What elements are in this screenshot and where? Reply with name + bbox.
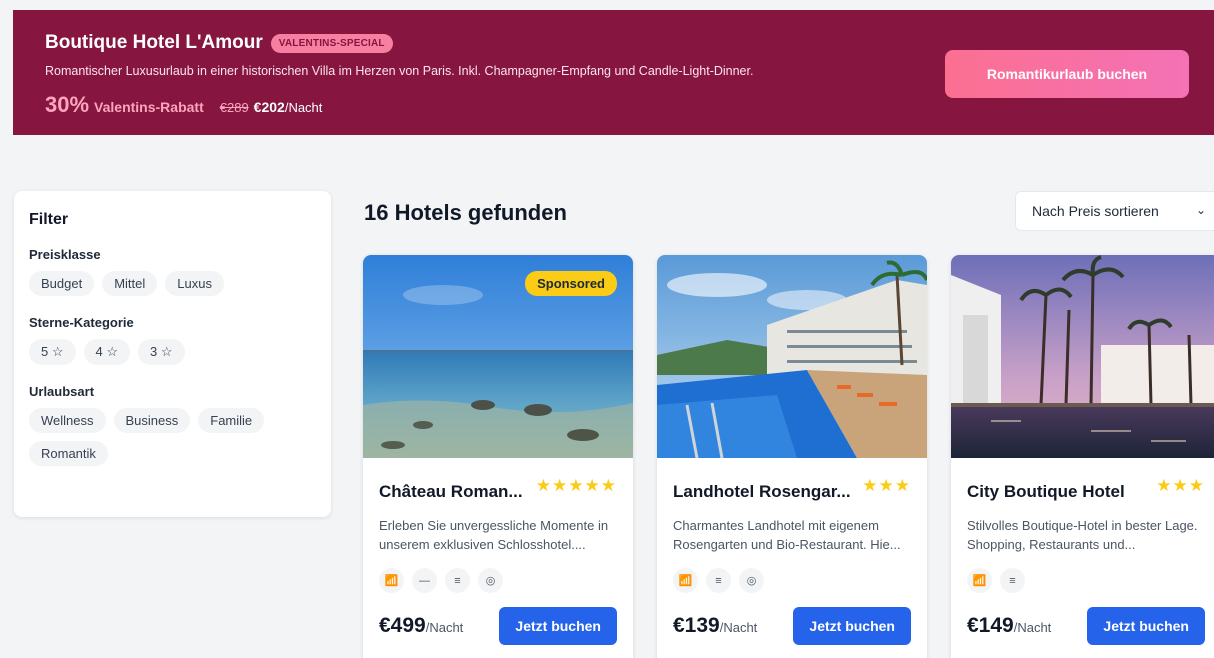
price-value: €499 [379,614,426,637]
restaurant-icon: ≡ [1000,568,1025,593]
filter-group-price: Preisklasse Budget Mittel Luxus [29,247,316,296]
star-rating: ★★★★★ [535,476,617,495]
hotel-description: Stilvolles Boutique-Hotel in bester Lage… [967,518,1198,552]
book-now-button[interactable]: Jetzt buchen [499,607,617,645]
amenities-list: 📶 ≡ [951,558,1214,593]
filter-group-label: Preisklasse [29,247,101,262]
spa-icon: ― [412,568,437,593]
filter-title: Filter [29,211,69,228]
romantic-booking-button[interactable]: Romantikurlaub buchen [945,50,1189,98]
results-title: 16 Hotels gefunden [364,200,567,225]
discount-percent: 30% [45,92,90,117]
hotel-price: €499/Nacht [379,614,463,638]
hotel-name[interactable]: Landhotel Rosengar... [673,482,851,502]
hotel-image-pool [657,255,927,458]
offer-price-unit: /Nacht [284,100,323,115]
promo-banner: Boutique Hotel L'Amour VALENTINS-SPECIAL… [13,10,1214,135]
restaurant-icon: ≡ [445,568,470,593]
banner-title: Boutique Hotel L'Amour [45,32,263,53]
filter-group-label: Sterne-Kategorie [29,315,134,330]
filter-chip-familie[interactable]: Familie [198,408,265,433]
amenities-list: 📶 ― ≡ ◎ [363,558,633,593]
filter-group-label: Urlaubsart [29,384,95,399]
price-value: €149 [967,614,1014,637]
filter-chip-4-stars[interactable]: 4 ☆ [83,339,130,365]
hotel-description: Charmantes Landhotel mit eigenem Rosenga… [673,518,901,552]
banner-badge: VALENTINS-SPECIAL [270,33,393,53]
filter-chip-mittel[interactable]: Mittel [102,271,158,296]
hotel-description: Erleben Sie unvergessliche Momente in un… [379,518,609,552]
star-rating: ★★★ [862,476,911,495]
filter-group-stars: Sterne-Kategorie 5 ☆ 4 ☆ 3 ☆ [29,315,316,365]
hotel-image-city [951,255,1214,458]
discount-label: Valentins-Rabatt [94,99,204,115]
hotel-image-beach: Sponsored [363,255,633,458]
star-rating: ★★★ [1156,476,1205,495]
wifi-icon: 📶 [673,568,698,593]
new-price: €202 [253,99,285,115]
hotel-card[interactable]: City Boutique Hotel ★★★ Stilvolles Bouti… [951,255,1214,658]
filter-chip-romantik[interactable]: Romantik [29,441,108,466]
price-unit: /Nacht [1013,620,1052,635]
price-value: €139 [673,614,720,637]
filter-panel: Filter Preisklasse Budget Mittel Luxus S… [14,191,331,517]
book-now-button[interactable]: Jetzt buchen [793,607,911,645]
sort-select[interactable]: Nach Preis sortieren ⌄ [1015,191,1214,231]
parking-icon: ◎ [478,568,503,593]
hotel-price: €149/Nacht [967,614,1051,638]
hotel-card[interactable]: Landhotel Rosengar... ★★★ Charmantes Lan… [657,255,927,658]
sponsored-badge: Sponsored [525,271,617,296]
filter-chip-3-stars[interactable]: 3 ☆ [138,339,185,365]
amenities-list: 📶 ≡ ◎ [657,558,927,593]
wifi-icon: 📶 [379,568,404,593]
price-unit: /Nacht [425,620,464,635]
filter-group-vacation-type: Urlaubsart Wellness Business Familie Rom… [29,384,316,466]
filter-chip-5-stars[interactable]: 5 ☆ [29,339,76,365]
banner-offer: 30% Valentins-Rabatt €289 €202 /Nacht [45,92,322,118]
chevron-down-icon: ⌄ [1195,203,1206,217]
old-price: €289 [219,100,249,115]
filter-chip-business[interactable]: Business [113,408,191,433]
parking-icon: ◎ [739,568,764,593]
hotel-name[interactable]: Château Roman... [379,482,523,502]
hotel-name[interactable]: City Boutique Hotel [967,482,1125,502]
hotel-price: €139/Nacht [673,614,757,638]
sort-select-value: Nach Preis sortieren [1032,203,1159,219]
filter-chip-budget[interactable]: Budget [29,271,95,296]
hotel-card[interactable]: Sponsored Château Roman... ★★★★★ Erleben… [363,255,633,658]
filter-chip-wellness[interactable]: Wellness [29,408,106,433]
filter-chip-luxus[interactable]: Luxus [165,271,224,296]
banner-title-row: Boutique Hotel L'Amour VALENTINS-SPECIAL [45,32,393,54]
price-unit: /Nacht [719,620,758,635]
restaurant-icon: ≡ [706,568,731,593]
wifi-icon: 📶 [967,568,992,593]
banner-description: Romantischer Luxusurlaub in einer histor… [45,64,754,78]
book-now-button[interactable]: Jetzt buchen [1087,607,1205,645]
